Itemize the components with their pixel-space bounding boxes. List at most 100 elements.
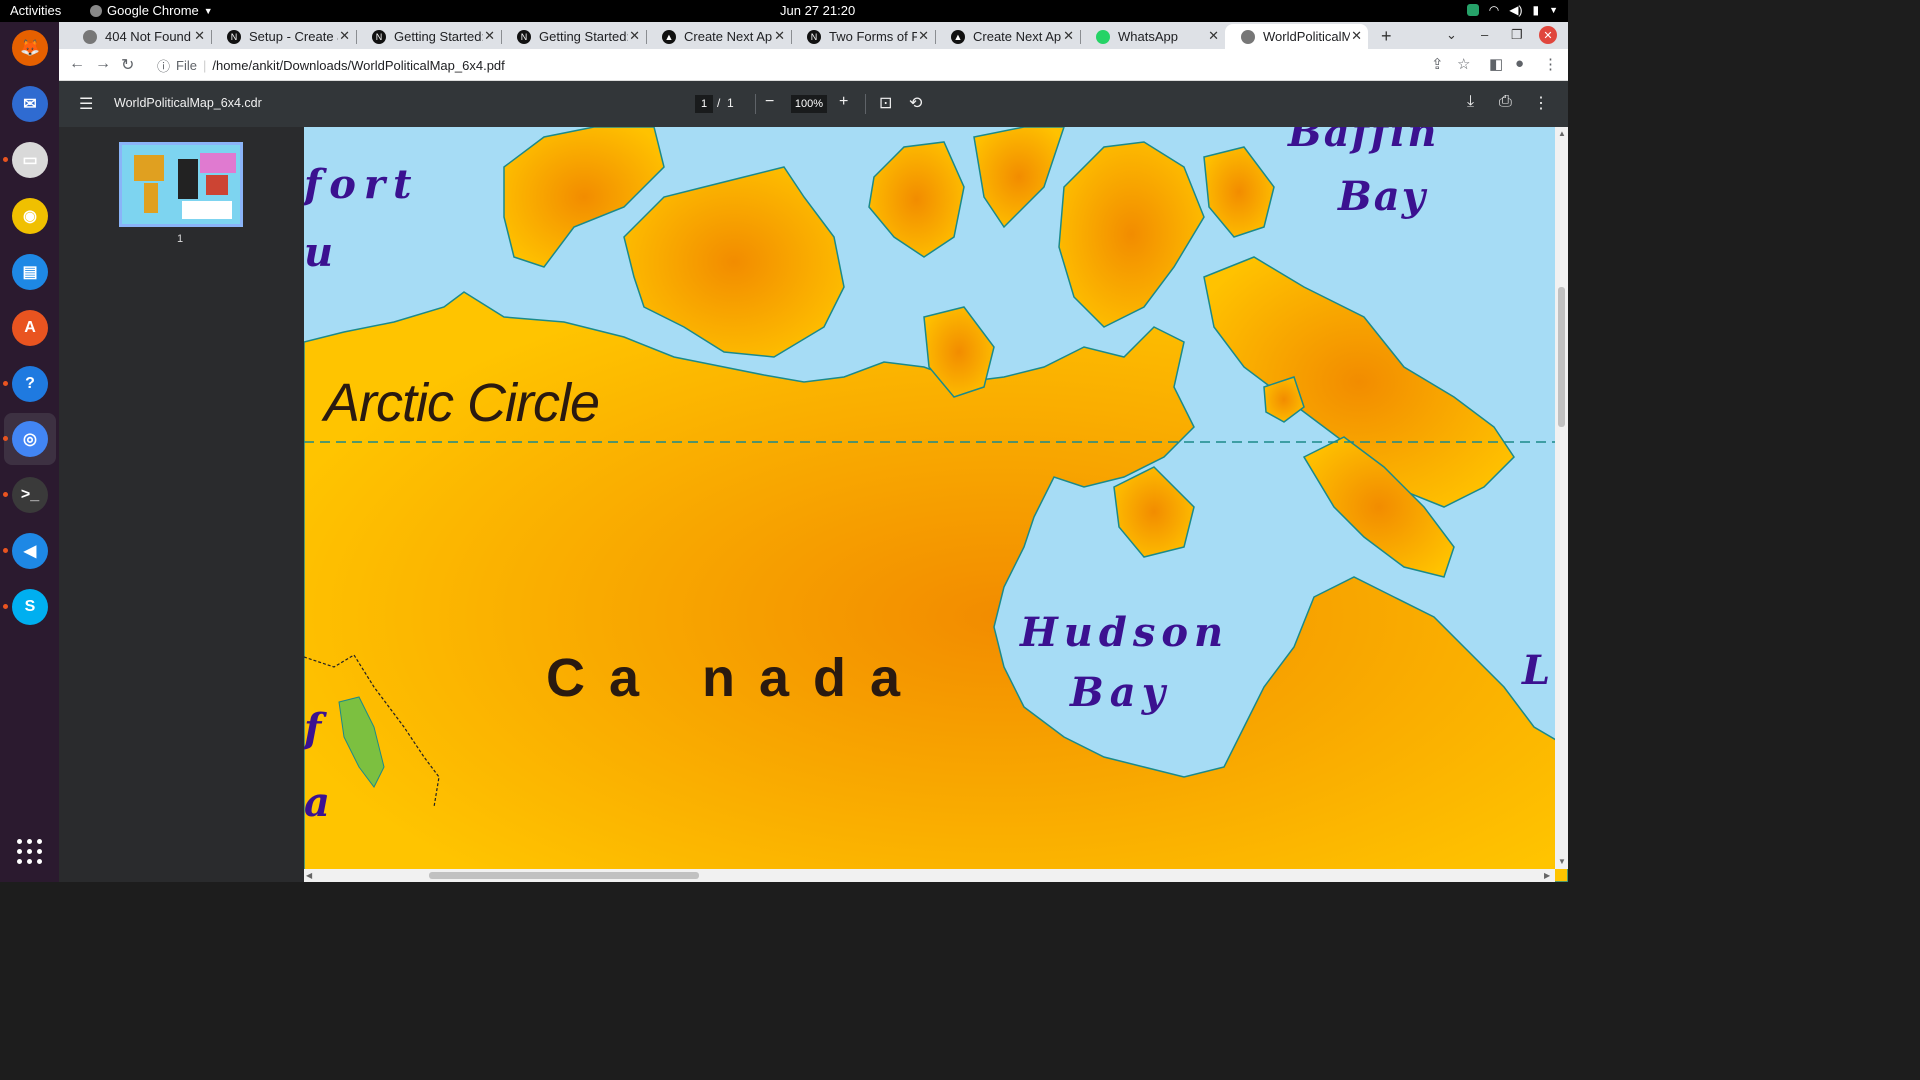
vscode-icon[interactable]: ◀ xyxy=(9,530,51,572)
chrome-icon[interactable]: ◎ xyxy=(4,413,56,465)
tab-close-icon[interactable]: ✕ xyxy=(484,28,495,44)
thunderbird-icon[interactable]: ✉ xyxy=(9,83,51,125)
url-scheme: File xyxy=(176,57,197,73)
minimize-button[interactable]: – xyxy=(1481,27,1488,42)
tab-close-icon[interactable]: ✕ xyxy=(1063,28,1074,44)
system-tray[interactable]: ◠ ◀) ▮ ▼ xyxy=(1466,3,1558,17)
browser-tab[interactable]: WhatsApp ✕ xyxy=(1080,24,1225,49)
back-button[interactable]: ← xyxy=(69,55,85,73)
firefox-icon-glyph: 🦊 xyxy=(12,30,48,66)
tab-search-icon[interactable]: ⌄ xyxy=(1446,27,1457,43)
thumb-legend xyxy=(182,201,232,219)
scroll-up-arrow-icon[interactable]: ▲ xyxy=(1558,129,1566,138)
firefox-icon[interactable]: 🦊 xyxy=(9,27,51,69)
side-panel-icon[interactable]: ◧ xyxy=(1489,55,1503,73)
tab-close-icon[interactable]: ✕ xyxy=(194,28,205,44)
tab-title: WorldPoliticalM xyxy=(1263,29,1350,44)
tab-close-icon[interactable]: ✕ xyxy=(339,28,350,44)
thumbnail-page-number: 1 xyxy=(177,233,184,245)
download-icon[interactable]: ⤓ xyxy=(1467,93,1474,111)
update-indicator-icon[interactable] xyxy=(1466,4,1479,16)
thunderbird-icon-glyph: ✉ xyxy=(12,86,48,122)
skype-icon[interactable]: S xyxy=(9,586,51,628)
tab-favicon-icon: ▲ xyxy=(662,29,676,44)
zoom-in-icon[interactable]: + xyxy=(839,93,848,111)
zoom-level-input[interactable]: 100% xyxy=(791,95,827,113)
share-icon[interactable]: ⇪ xyxy=(1431,55,1444,73)
fit-page-icon[interactable]: ⊡ xyxy=(879,93,892,113)
bookmark-star-icon[interactable]: ☆ xyxy=(1457,55,1470,73)
clock[interactable]: Jun 27 21:20 xyxy=(780,3,855,18)
files-icon[interactable]: ▭ xyxy=(9,139,51,181)
browser-tab[interactable]: N Getting Started: ✕ xyxy=(501,24,646,49)
chrome-menu-icon[interactable]: ⋮ xyxy=(1543,55,1558,73)
restore-button[interactable]: ❐ xyxy=(1511,27,1523,43)
tab-favicon-icon: N xyxy=(372,29,386,44)
browser-tab[interactable]: N Two Forms of Pr ✕ xyxy=(791,24,935,49)
activities-button[interactable]: Activities xyxy=(10,3,61,18)
terminal-icon-glyph: >_ xyxy=(12,477,48,513)
address-bar[interactable]: ⓘ File | /home/ankit/Downloads/WorldPoli… xyxy=(147,52,1427,78)
tab-favicon-icon xyxy=(1241,29,1255,44)
map-label-a-fragment: a xyxy=(304,779,330,826)
help-icon[interactable]: ? xyxy=(9,363,51,405)
horizontal-scroll-thumb[interactable] xyxy=(429,872,699,879)
scroll-down-arrow-icon[interactable]: ▼ xyxy=(1558,857,1566,866)
running-indicator xyxy=(3,492,8,497)
print-icon[interactable]: ⎙ xyxy=(1499,93,1512,111)
zoom-out-icon[interactable]: − xyxy=(765,93,774,111)
help-icon-glyph: ? xyxy=(12,366,48,402)
grid-dot xyxy=(37,839,42,844)
software-icon[interactable]: A xyxy=(9,307,51,349)
scroll-right-arrow-icon[interactable]: ▶ xyxy=(1544,871,1550,880)
tab-title: Getting Started: xyxy=(394,29,483,44)
writer-icon[interactable]: ▤ xyxy=(9,251,51,293)
tab-close-icon[interactable]: ✕ xyxy=(774,28,785,44)
vscode-icon-glyph: ◀ xyxy=(12,533,48,569)
browser-tab[interactable]: WorldPoliticalM ✕ xyxy=(1225,24,1368,49)
app-menu[interactable]: Google Chrome ▼ xyxy=(90,3,213,18)
map-label-arctic-circle: Arctic Circle xyxy=(324,373,600,433)
map-label-f-fragment: f xyxy=(304,705,322,752)
pdf-page-viewport[interactable]: Baffin Bay fort u Arctic Circle Ca nada … xyxy=(304,127,1568,882)
more-actions-icon[interactable]: ⋮ xyxy=(1533,93,1549,113)
sidebar-toggle-icon[interactable]: ☰ xyxy=(79,94,93,114)
tab-close-icon[interactable]: ✕ xyxy=(1351,28,1362,44)
tab-strip: + ⌄ – ❐ ✕ 404 Not Found ✕ N Setup - Create … xyxy=(59,22,1568,49)
reload-button[interactable]: ↻ xyxy=(121,55,134,75)
page-number-input[interactable]: 1 xyxy=(695,95,713,113)
rotate-icon[interactable]: ⟲ xyxy=(909,93,922,113)
page-thumbnail[interactable] xyxy=(119,142,243,227)
profile-avatar-icon[interactable]: ● xyxy=(1515,55,1524,72)
map-label-l-fragment: L xyxy=(1522,647,1551,694)
tab-favicon-icon: N xyxy=(807,29,821,44)
rhythmbox-icon[interactable]: ◉ xyxy=(9,195,51,237)
browser-tab[interactable]: N Getting Started: ✕ xyxy=(356,24,501,49)
tab-favicon-icon xyxy=(83,29,97,44)
close-window-button[interactable]: ✕ xyxy=(1539,26,1557,44)
browser-tab[interactable]: 404 Not Found ✕ xyxy=(67,24,211,49)
terminal-icon[interactable]: >_ xyxy=(9,474,51,516)
thumb-land xyxy=(200,153,236,173)
running-indicator xyxy=(3,548,8,553)
tab-close-icon[interactable]: ✕ xyxy=(1208,28,1219,44)
show-applications-icon[interactable] xyxy=(17,839,43,865)
scroll-left-arrow-icon[interactable]: ◀ xyxy=(306,871,312,880)
new-tab-button[interactable]: + xyxy=(1381,26,1392,47)
tab-close-icon[interactable]: ✕ xyxy=(629,28,640,44)
grid-dot xyxy=(17,859,22,864)
browser-tab[interactable]: N Setup - Create a N✕ xyxy=(211,24,356,49)
site-info-icon[interactable]: ⓘ xyxy=(157,56,170,75)
grid-dot xyxy=(37,849,42,854)
vertical-scroll-thumb[interactable] xyxy=(1558,287,1565,427)
forward-button[interactable]: → xyxy=(95,55,111,73)
browser-tab[interactable]: ▲ Create Next App ✕ xyxy=(935,24,1080,49)
battery-icon: ▮ xyxy=(1532,3,1540,17)
browser-tab[interactable]: ▲ Create Next App ✕ xyxy=(646,24,791,49)
vertical-scrollbar[interactable]: ▲ ▼ xyxy=(1555,127,1568,869)
tab-close-icon[interactable]: ✕ xyxy=(918,28,929,44)
thumbnail-sidebar: 1 xyxy=(59,127,304,882)
horizontal-scrollbar[interactable]: ◀ ▶ xyxy=(304,869,1555,882)
url-text[interactable]: /home/ankit/Downloads/WorldPoliticalMap_… xyxy=(212,58,504,73)
running-indicator xyxy=(3,604,8,609)
